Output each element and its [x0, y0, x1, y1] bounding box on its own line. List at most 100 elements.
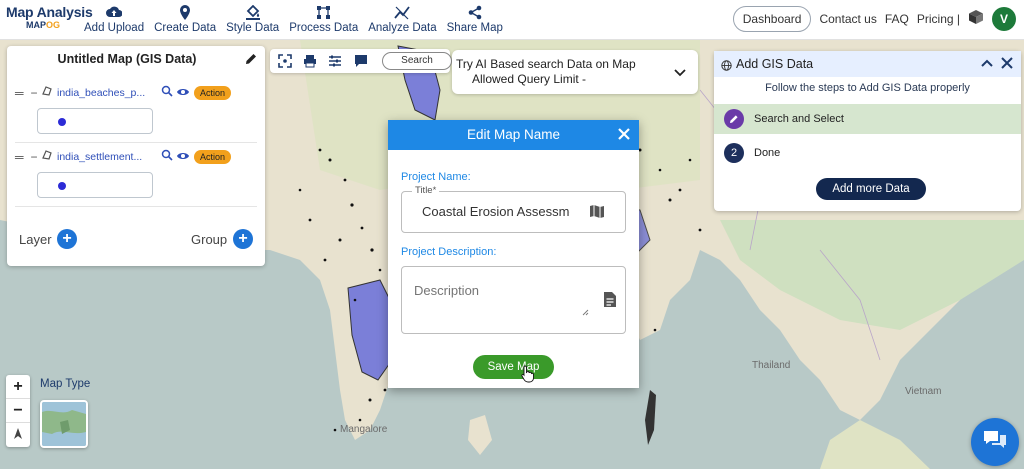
polygon-layer-icon [41, 148, 53, 166]
brand-sub-b: OG [46, 20, 61, 30]
layer-row[interactable]: ═ − india_beaches_p... Action [15, 82, 259, 104]
main-nav: Add Upload Create Data Style Data Proces… [84, 3, 513, 34]
contact-link[interactable]: Contact us [819, 12, 876, 26]
layer-label: Layer [19, 232, 52, 247]
description-input[interactable] [414, 283, 584, 319]
legend-dot [58, 118, 66, 126]
close-icon[interactable] [617, 127, 631, 146]
pencil-step-icon [724, 109, 744, 129]
globe-icon [721, 58, 732, 76]
drag-handle-icon[interactable]: ═ [15, 150, 27, 164]
nav-label: Add Upload [84, 22, 145, 34]
nav-create-data[interactable]: Create Data [154, 3, 216, 34]
modal-header: Edit Map Name [388, 120, 639, 150]
nav-add-upload[interactable]: Add Upload [84, 3, 144, 34]
map-type-thumbnail[interactable] [40, 400, 88, 448]
title-legend: Title* [412, 185, 440, 196]
nav-label: Process Data [289, 22, 359, 34]
save-map-button[interactable]: Save Map [473, 355, 554, 379]
action-button[interactable]: Action [194, 150, 232, 164]
zoom-out-button[interactable]: − [6, 399, 30, 423]
title-field[interactable]: Title* [401, 185, 626, 233]
group-label: Group [191, 232, 228, 247]
chat-bubble-icon[interactable] [354, 54, 368, 73]
map-label: Thailand [752, 360, 791, 371]
hand-cursor-icon [521, 365, 535, 388]
collapse-icon[interactable]: − [27, 150, 41, 164]
divider [15, 206, 257, 207]
layer-panel: Untitled Map (GIS Data) ═ − india_beache… [7, 46, 265, 266]
map-icon [589, 204, 605, 224]
polygon-layer-icon [41, 84, 53, 102]
ai-banner-limit: Allowed Query Limit - [472, 72, 587, 86]
north-arrow-icon[interactable] [6, 423, 30, 447]
chat-icon [982, 429, 1008, 456]
ai-search-banner[interactable]: Try AI Based search Data on Map Allowed … [452, 50, 698, 94]
fullscreen-icon[interactable] [278, 54, 292, 73]
add-layer-button[interactable]: + [57, 229, 77, 249]
edit-pencil-icon[interactable] [245, 52, 257, 70]
project-name-label: Project Name: [401, 171, 471, 183]
dashboard-button[interactable]: Dashboard [732, 6, 812, 32]
nav-label: Style Data [226, 22, 280, 34]
map-type-label: Map Type [40, 378, 91, 390]
step-done[interactable]: 2 Done [714, 138, 1021, 168]
nav-process-data[interactable]: Process Data [289, 3, 358, 34]
zoom-to-layer-icon[interactable] [161, 84, 173, 102]
faq-link[interactable]: FAQ [885, 12, 909, 26]
layer-row[interactable]: ═ − india_settlement... Action [15, 146, 259, 168]
brand-subtitle: MAPOG [26, 20, 93, 30]
action-button[interactable]: Action [194, 86, 232, 100]
visibility-eye-icon[interactable] [176, 84, 190, 102]
add-more-data-button[interactable]: Add more Data [816, 178, 926, 200]
zoom-to-layer-icon[interactable] [161, 148, 173, 166]
nav-analyze-data[interactable]: Analyze Data [368, 3, 437, 34]
edit-map-name-modal: Edit Map Name Project Name: Title* Proje… [388, 120, 639, 388]
drag-handle-icon[interactable]: ═ [15, 86, 27, 100]
pricing-link[interactable]: Pricing | [917, 12, 960, 26]
layer-name[interactable]: india_beaches_p... [57, 87, 161, 99]
zoom-in-button[interactable]: + [6, 375, 30, 399]
filter-sliders-icon[interactable] [328, 54, 342, 73]
search-button[interactable]: Search [382, 52, 452, 70]
step-label: Done [754, 147, 781, 159]
cube-icon[interactable] [968, 9, 984, 30]
layer-name[interactable]: india_settlement... [57, 151, 161, 163]
nav-share-map[interactable]: Share Map [447, 3, 503, 34]
avatar[interactable]: V [992, 7, 1016, 31]
add-gis-data-panel: Add GIS Data Follow the steps to Add GIS… [714, 51, 1021, 211]
description-field[interactable] [401, 266, 626, 334]
chevron-down-icon[interactable] [674, 64, 686, 82]
map-title: Untitled Map (GIS Data) [57, 52, 197, 66]
nav-right: Dashboard Contact us FAQ Pricing | V [732, 6, 1016, 32]
nav-label: Analyze Data [368, 22, 437, 34]
collapse-icon[interactable]: − [27, 86, 41, 100]
paint-bucket-icon [245, 3, 261, 21]
modal-title: Edit Map Name [466, 127, 561, 142]
nav-style-data[interactable]: Style Data [226, 3, 279, 34]
share-icon [468, 3, 482, 21]
chevron-up-icon[interactable] [981, 56, 993, 74]
ai-banner-title: Try AI Based search Data on Map [456, 57, 636, 71]
print-icon[interactable] [303, 54, 317, 73]
close-icon[interactable] [1001, 56, 1013, 74]
resize-grip-icon[interactable] [582, 303, 589, 321]
nav-label: Share Map [446, 22, 503, 34]
brand-logo[interactable]: Map Analysis MAPOG [6, 4, 93, 30]
gis-panel-title: Add GIS Data [736, 57, 814, 71]
map-tool-strip: Search [270, 49, 452, 73]
gis-panel-subtitle: Follow the steps to Add GIS Data properl… [765, 82, 970, 94]
step-search-select[interactable]: Search and Select [714, 104, 1021, 134]
step-label: Search and Select [754, 113, 844, 125]
layer-legend [37, 108, 153, 134]
add-group-button[interactable]: + [233, 229, 253, 249]
brand-sub-a: MAP [26, 20, 46, 30]
gis-panel-header: Add GIS Data [714, 51, 1021, 77]
cloud-upload-icon [106, 3, 123, 21]
vector-process-icon [316, 3, 331, 21]
chat-widget-button[interactable] [971, 418, 1019, 466]
visibility-eye-icon[interactable] [176, 148, 190, 166]
map-pin-icon [179, 3, 191, 21]
step-number: 2 [724, 143, 744, 163]
title-input[interactable] [422, 204, 570, 219]
